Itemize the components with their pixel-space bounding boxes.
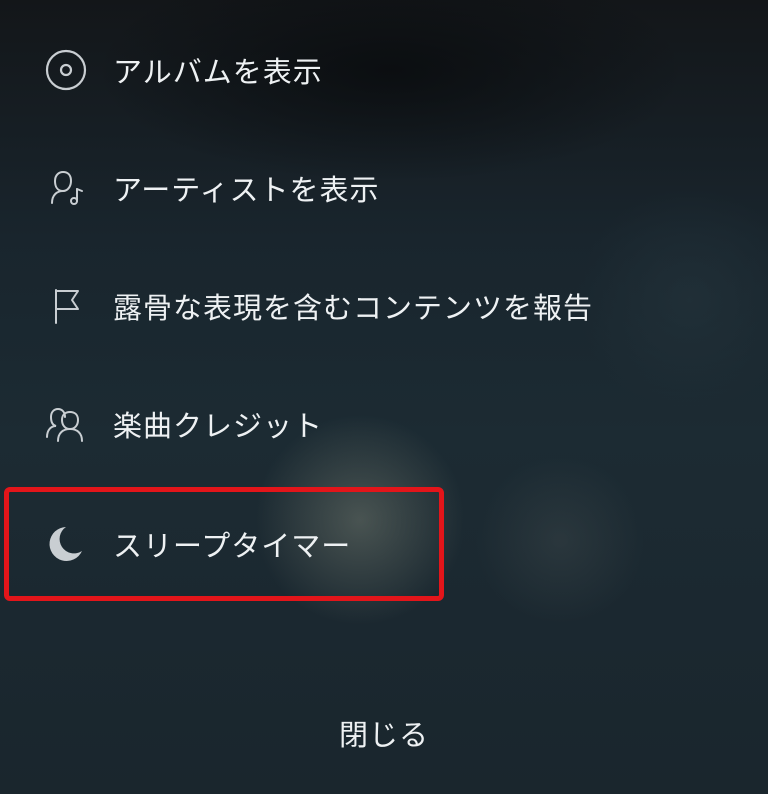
credits-icon [44,403,88,445]
menu-item-label: アルバムを表示 [113,55,323,89]
artist-icon [44,167,88,209]
context-menu: アルバムを表示 アーティストを表示 露骨な表現を含むコンテンツを報告 楽曲クレジ… [0,0,768,794]
menu-item-view-album[interactable]: アルバムを表示 [0,38,720,102]
flag-icon [44,285,88,327]
menu-item-label: アーティストを表示 [113,173,380,207]
menu-item-label: 露骨な表現を含むコンテンツを報告 [113,291,594,325]
menu-item-song-credits[interactable]: 楽曲クレジット [0,392,720,456]
menu-item-report-explicit[interactable]: 露骨な表現を含むコンテンツを報告 [0,274,720,338]
close-button[interactable]: 閉じる [284,705,484,761]
sleep-timer-highlight-box [4,487,444,601]
menu-item-view-artist[interactable]: アーティストを表示 [0,156,720,220]
menu-item-label: 楽曲クレジット [113,409,324,443]
album-icon [44,49,88,91]
